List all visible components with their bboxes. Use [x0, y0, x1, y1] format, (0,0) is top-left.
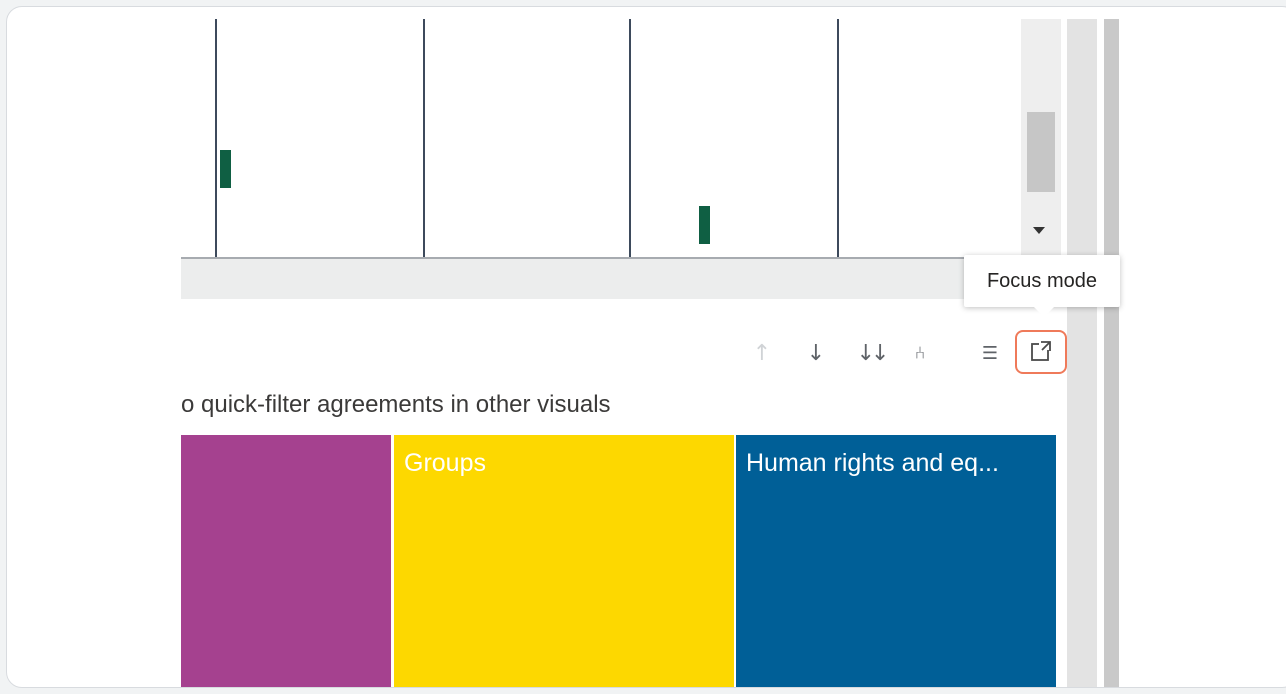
pane-scroll-track[interactable] — [1104, 19, 1119, 687]
gridline — [837, 19, 839, 257]
bar-chart-visual — [181, 19, 1021, 259]
pane-edge — [1067, 19, 1097, 687]
chart-bar[interactable] — [699, 206, 710, 244]
browser-frame: ↑ ↓ ↓↓ ⑃ ☰ Focus mode o quick-filter agr… — [6, 6, 1286, 688]
visual-subtitle: o quick-filter agreements in other visua… — [181, 391, 611, 418]
expand-hierarchy-icon[interactable]: ⑃ — [905, 339, 935, 369]
treemap-tile-groups[interactable]: Groups — [394, 435, 734, 687]
drill-up-icon[interactable]: ↑ — [747, 339, 777, 369]
horizontal-scrollbar[interactable] — [181, 259, 1021, 299]
treemap-tile[interactable] — [181, 435, 391, 687]
scroll-down-arrow-icon[interactable] — [1033, 227, 1045, 234]
tooltip-pointer — [1034, 307, 1054, 317]
gridline — [629, 19, 631, 257]
focus-mode-button[interactable] — [1015, 330, 1067, 374]
filter-icon[interactable]: ☰ — [975, 339, 1005, 369]
gridline — [423, 19, 425, 257]
treemap-tile-human-rights[interactable]: Human rights and eq... — [736, 435, 1056, 687]
scrollbar-thumb[interactable] — [1027, 112, 1055, 192]
expand-all-down-icon[interactable]: ↓↓ — [853, 339, 890, 369]
chart-bar[interactable] — [220, 150, 231, 188]
focus-mode-tooltip: Focus mode — [964, 255, 1120, 307]
drill-down-icon[interactable]: ↓ — [801, 339, 831, 369]
focus-mode-icon — [1031, 340, 1051, 361]
gridline — [215, 19, 217, 257]
